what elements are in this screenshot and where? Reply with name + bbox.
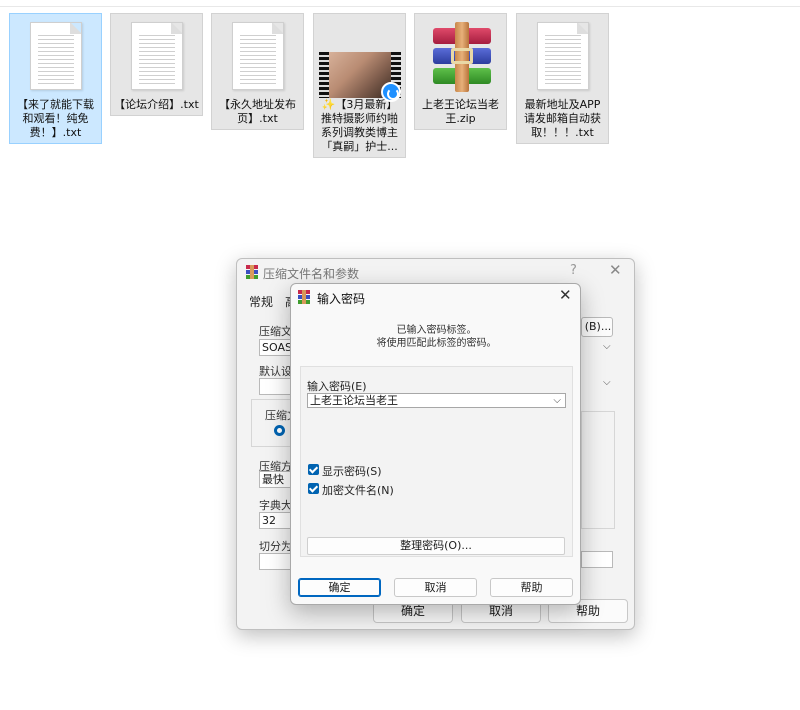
browse-button[interactable]: (B)... — [581, 317, 613, 337]
sync-badge-icon — [381, 82, 401, 102]
text-file-icon — [10, 14, 101, 98]
winrar-archive-icon — [415, 14, 506, 98]
update-mode-select[interactable] — [581, 551, 613, 568]
dialog-title: 输入密码 — [317, 292, 366, 306]
default-profile-label: 默认设 — [259, 365, 292, 378]
show-password-label: 显示密码(S) — [322, 465, 382, 478]
text-file-icon — [111, 14, 202, 98]
ok-button[interactable]: 确定 — [298, 578, 381, 597]
file-item-txt-3[interactable]: 【永久地址发布页】.txt — [211, 13, 304, 130]
file-name: 【来了就能下载和观看！纯免费！】.txt — [17, 98, 94, 139]
text-file-icon — [517, 14, 608, 98]
file-name: 上老王论坛当老王.zip — [422, 98, 499, 125]
format-radio[interactable] — [274, 425, 285, 436]
close-icon[interactable]: ✕ — [559, 286, 572, 304]
organize-passwords-button[interactable]: 整理密码(O)... — [307, 537, 565, 555]
show-password-checkbox[interactable] — [308, 464, 319, 475]
chevron-down-icon[interactable]: ⌵ — [603, 377, 611, 388]
archive-name-label: 压缩文 — [259, 325, 292, 338]
options-group — [581, 411, 615, 529]
chevron-down-icon[interactable]: ⌵ — [603, 341, 611, 352]
file-name: 【论坛介绍】.txt — [114, 98, 199, 111]
file-name: ✨【3月最新】推特摄影师约啪系列调教类博主「真嗣」护士... — [321, 98, 398, 153]
file-item-txt-1[interactable]: 【来了就能下载和观看！纯免费！】.txt — [9, 13, 102, 144]
help-button[interactable]: 帮助 — [490, 578, 573, 597]
password-combobox[interactable]: 上老王论坛当老王 ⌵ — [307, 393, 566, 408]
winrar-icon — [245, 265, 259, 279]
password-value: 上老王论坛当老王 — [310, 394, 398, 407]
dictionary-label: 字典大 — [259, 499, 292, 512]
file-name: 【永久地址发布页】.txt — [219, 98, 296, 125]
text-file-icon — [212, 14, 303, 98]
password-label: 输入密码(E) — [307, 380, 367, 393]
message-line-2: 将使用匹配此标签的密码。 — [376, 338, 497, 349]
split-label: 切分为 — [259, 540, 292, 553]
video-thumbnail — [314, 14, 405, 102]
tab-general[interactable]: 常规 — [249, 293, 273, 310]
file-name: 最新地址及APP请发邮箱自动获取！！！.txt — [524, 98, 601, 139]
encrypt-filenames-checkbox[interactable] — [308, 483, 319, 494]
chevron-down-icon[interactable]: ⌵ — [553, 394, 561, 407]
winrar-icon — [297, 290, 311, 304]
file-item-video[interactable]: ✨【3月最新】推特摄影师约啪系列调教类博主「真嗣」护士... — [313, 13, 406, 158]
top-divider — [0, 6, 800, 7]
close-icon[interactable]: ✕ — [609, 261, 622, 279]
cancel-button[interactable]: 取消 — [394, 578, 477, 597]
file-item-zip[interactable]: 上老王论坛当老王.zip — [414, 13, 507, 130]
file-item-txt-2[interactable]: 【论坛介绍】.txt — [110, 13, 203, 116]
file-item-txt-4[interactable]: 最新地址及APP请发邮箱自动获取！！！.txt — [516, 13, 609, 144]
help-icon[interactable]: ? — [570, 263, 577, 278]
enter-password-dialog: 输入密码 ✕ 已输入密码标签。 将使用匹配此标签的密码。 输入密码(E) 上老王… — [290, 283, 581, 605]
dialog-title: 压缩文件名和参数 — [263, 267, 360, 281]
encrypt-filenames-label: 加密文件名(N) — [322, 484, 394, 497]
